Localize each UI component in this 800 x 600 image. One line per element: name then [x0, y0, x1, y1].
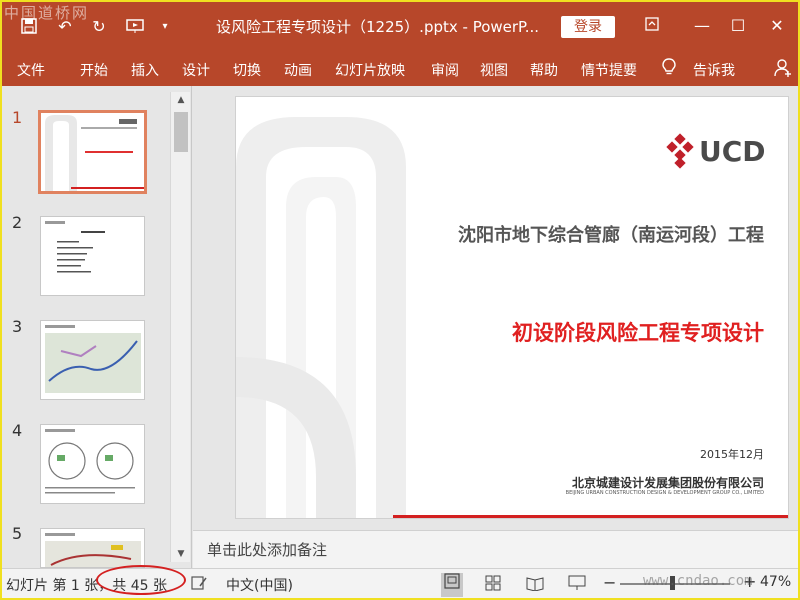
ribbon-tabs: 文件 开始 插入 设计 切换 动画 幻灯片放映 审阅 视图 帮助 情节提要 告诉…	[0, 52, 800, 86]
minimize-icon[interactable]: —	[690, 14, 714, 38]
thumbnail-number: 4	[12, 421, 23, 440]
tab-storyboard[interactable]: 情节提要	[581, 60, 637, 80]
slide-date: 2015年12月	[700, 448, 764, 461]
tab-view[interactable]: 视图	[480, 60, 508, 80]
slide-sorter-icon[interactable]	[482, 575, 504, 595]
slide-thumbnail-1[interactable]	[38, 110, 147, 194]
notes-placeholder[interactable]: 单击此处添加备注	[207, 539, 327, 560]
present-icon[interactable]	[122, 13, 148, 39]
redo-icon[interactable]: ↻	[86, 13, 112, 39]
scrollbar-thumb[interactable]	[174, 112, 188, 152]
slide-thumbnail-4[interactable]	[40, 424, 145, 504]
quick-access-toolbar: ↶ ↻ ▾	[16, 6, 178, 46]
tab-help[interactable]: 帮助	[530, 60, 558, 80]
lightbulb-icon[interactable]	[662, 58, 676, 80]
slide-company-en: BEIJING URBAN CONSTRUCTION DESIGN & DEVE…	[565, 490, 764, 496]
ribbon-display-options-icon[interactable]	[640, 14, 664, 38]
slide-company: 北京城建设计发展集团股份有限公司	[571, 476, 764, 490]
undo-icon[interactable]: ↶	[52, 13, 78, 39]
slide-subtitle: 沈阳市地下综合管廊（南运河段）工程	[458, 225, 764, 246]
normal-view-icon[interactable]	[441, 573, 463, 597]
customize-qat-icon[interactable]: ▾	[152, 13, 178, 39]
ucd-logo-mark-icon	[662, 133, 698, 169]
scroll-down-icon[interactable]: ▼	[171, 546, 191, 562]
annotation-ellipse	[96, 565, 186, 595]
tab-insert[interactable]: 插入	[131, 60, 159, 80]
slide-title: 初设阶段风险工程专项设计	[512, 321, 764, 345]
close-icon[interactable]: ✕	[765, 14, 789, 38]
current-slide[interactable]: UCD 沈阳市地下综合管廊（南运河段）工程 初设阶段风险工程专项设计 2015年…	[235, 96, 789, 519]
maximize-icon[interactable]: ☐	[726, 14, 750, 38]
spelling-check-icon[interactable]	[188, 575, 210, 595]
slide-thumbnail-3[interactable]	[40, 320, 145, 400]
tab-home[interactable]: 开始	[80, 60, 108, 80]
login-button[interactable]: 登录	[561, 16, 615, 38]
ucd-logo-text: UCD	[699, 135, 766, 168]
reading-view-icon[interactable]	[524, 575, 546, 595]
tab-design[interactable]: 设计	[182, 60, 210, 80]
tab-transitions[interactable]: 切换	[233, 60, 261, 80]
watermark-bottom: www.cndao.com	[643, 573, 753, 589]
document-title: 设风险工程专项设计（1225）.pptx - PowerP...	[216, 18, 540, 36]
slide-show-icon[interactable]	[566, 575, 588, 595]
slide-thumbnail-pane: 1 2 3 4 5 ▲ ▼	[0, 86, 192, 568]
title-bar: 中国道桥网 ↶ ↻ ▾ 设风险工程专项设计（1225）.pptx - Power…	[0, 0, 800, 52]
thumbnail-number: 5	[12, 524, 23, 543]
slide-thumbnail-5[interactable]	[40, 528, 145, 568]
save-icon[interactable]	[16, 13, 42, 39]
thumbnail-number: 2	[12, 213, 23, 232]
thumbnail-number: 3	[12, 317, 23, 336]
zoom-level[interactable]: 47%	[760, 574, 791, 590]
slide-editor: UCD 沈阳市地下综合管廊（南运河段）工程 初设阶段风险工程专项设计 2015年…	[193, 86, 800, 530]
tab-file[interactable]: 文件	[17, 60, 45, 80]
tab-slide-show[interactable]: 幻灯片放映	[335, 60, 405, 80]
scroll-up-icon[interactable]: ▲	[171, 92, 191, 108]
slide-thumbnail-2[interactable]	[40, 216, 145, 296]
thumbnail-scrollbar[interactable]: ▲ ▼	[170, 92, 190, 562]
tell-me-search[interactable]: 告诉我	[693, 60, 735, 80]
zoom-out-button[interactable]: −	[603, 573, 616, 592]
slide-red-bar	[393, 515, 788, 518]
notes-pane[interactable]: 单击此处添加备注	[193, 530, 800, 568]
language-indicator[interactable]: 中文(中国)	[226, 575, 293, 595]
share-user-icon[interactable]	[774, 58, 794, 82]
tab-review[interactable]: 审阅	[431, 60, 459, 80]
tab-animations[interactable]: 动画	[284, 60, 312, 80]
thumbnail-number: 1	[12, 108, 23, 127]
